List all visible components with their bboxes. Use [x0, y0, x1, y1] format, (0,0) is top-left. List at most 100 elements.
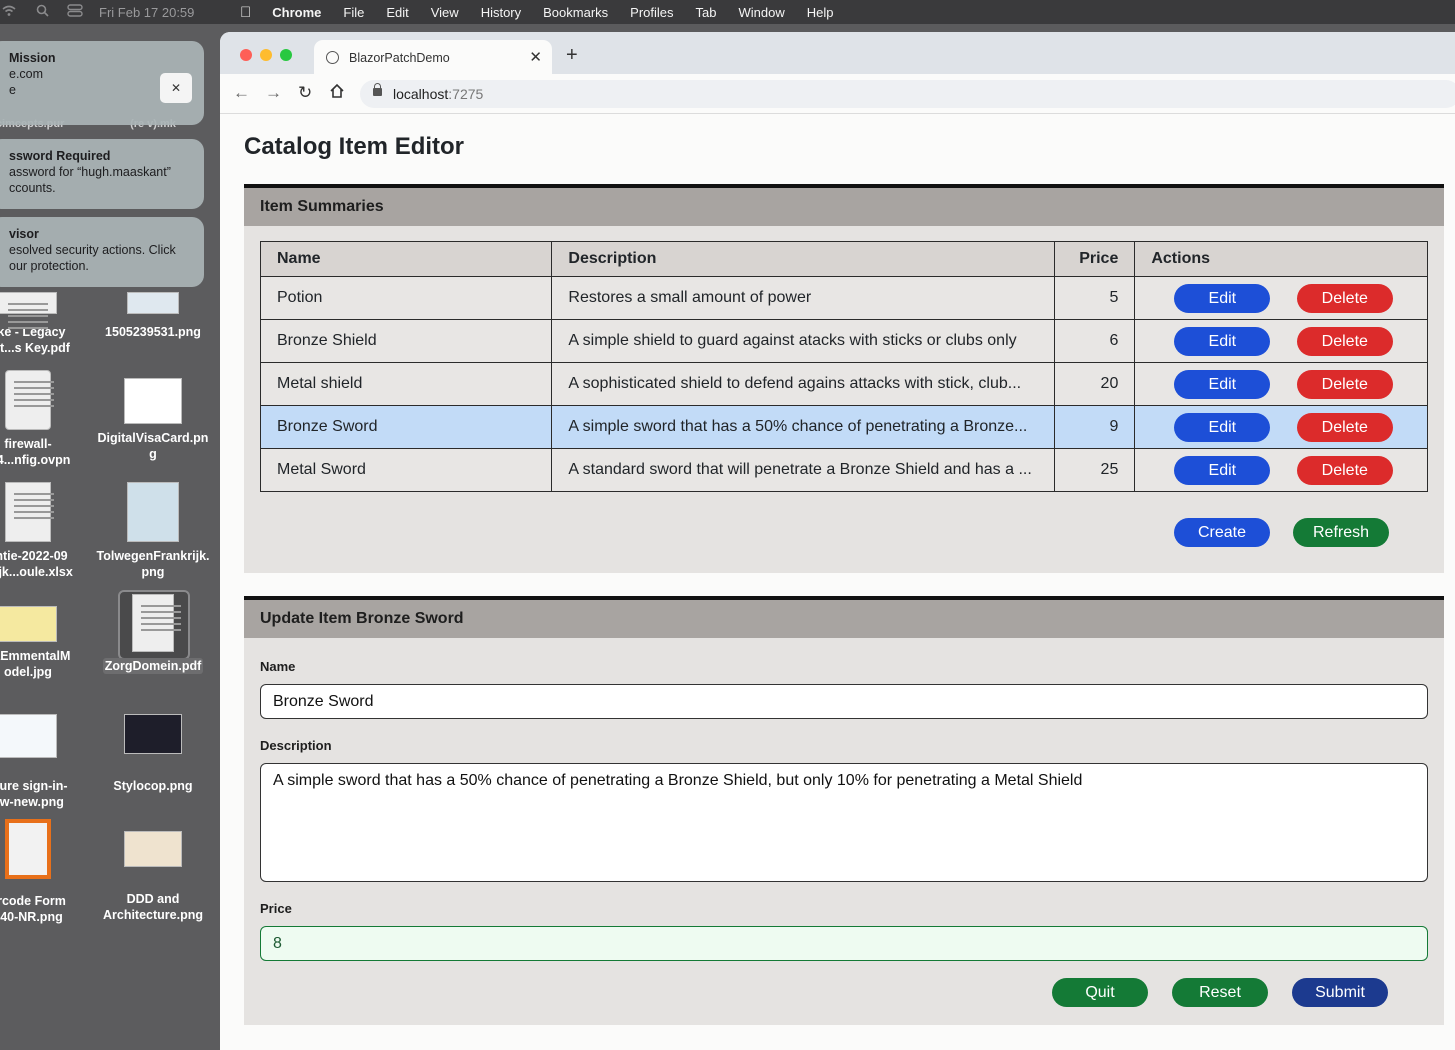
edit-button[interactable]: Edit	[1174, 412, 1271, 442]
table-row[interactable]: Bronze Shield A simple shield to guard a…	[259, 319, 1428, 363]
macos-menubar: Fri Feb 17 20:59  Chrome File Edit View…	[0, 0, 1455, 24]
notification-title: visor	[9, 227, 39, 241]
edit-button[interactable]: Edit	[1174, 455, 1271, 485]
page-content: Catalog Item Editor Item Summaries Name …	[220, 115, 1455, 1050]
menubar-clock[interactable]: Fri Feb 17 20:59	[99, 5, 194, 20]
notification-title: Mission	[9, 51, 56, 65]
notification-mission[interactable]: Mission e.com e ✕	[0, 41, 204, 125]
menu-help[interactable]: Help	[796, 5, 845, 20]
column-header-actions: Actions	[1134, 241, 1428, 277]
desktop-file[interactable]: 1505239531.png	[95, 292, 211, 340]
delete-button[interactable]: Delete	[1296, 369, 1393, 399]
menu-profiles[interactable]: Profiles	[619, 5, 684, 20]
menu-bookmarks[interactable]: Bookmarks	[532, 5, 619, 20]
back-arrow-icon[interactable]: ←	[233, 83, 250, 103]
notification-title: ssword Required	[9, 149, 111, 163]
table-row[interactable]: Metal shield A sophisticated shield to d…	[259, 362, 1428, 406]
desktop-file[interactable]: arcode Form 040-NR.png	[0, 819, 86, 925]
minimize-window-button[interactable]	[260, 49, 272, 61]
notification-line: ccounts.	[9, 181, 56, 195]
menu-history[interactable]: History	[470, 5, 532, 20]
url-port: :7275	[448, 86, 484, 102]
notification-password-required[interactable]: ssword Required assword for “hugh.maaska…	[0, 139, 204, 209]
control-center-icon[interactable]	[67, 4, 83, 20]
delete-button[interactable]: Delete	[1296, 283, 1393, 313]
lock-icon[interactable]	[373, 83, 382, 96]
table-row[interactable]: Metal Sword A standard sword that will p…	[259, 448, 1428, 492]
wifi-icon[interactable]	[2, 5, 16, 20]
menu-view[interactable]: View	[420, 5, 470, 20]
price-field-label: Price	[260, 901, 292, 916]
table-header-row: Name Description Price Actions	[259, 241, 1428, 277]
cell-description: Restores a small amount of power	[551, 276, 1056, 320]
column-header-price: Price	[1054, 241, 1136, 277]
delete-button[interactable]: Delete	[1296, 455, 1393, 485]
pdf-file-icon	[132, 594, 181, 652]
desktop-file[interactable]: DDD and Architecture.png	[95, 819, 211, 923]
edit-button[interactable]: Edit	[1174, 369, 1271, 399]
tab-bar: BlazorPatchDemo ✕ +	[220, 32, 1455, 74]
desktop-file[interactable]: cture sign-in- ow-new.png	[0, 714, 86, 810]
new-tab-plus-icon[interactable]: +	[566, 44, 578, 67]
menu-file[interactable]: File	[332, 5, 375, 20]
cell-actions: Edit Delete	[1134, 405, 1428, 449]
create-button[interactable]: Create	[1174, 518, 1270, 547]
globe-icon	[326, 51, 339, 64]
file-label: TolwegenFrankrijk. png	[96, 549, 210, 579]
menu-tab[interactable]: Tab	[685, 5, 728, 20]
menu-app-chrome[interactable]: Chrome	[261, 5, 332, 20]
tab-title: BlazorPatchDemo	[349, 51, 450, 65]
cell-description: A sophisticated shield to defend agains …	[551, 362, 1056, 406]
update-item-heading: Update Item Bronze Sword	[244, 600, 1444, 638]
cell-name: Potion	[259, 276, 553, 320]
desktop-file-selected[interactable]: ZorgDomein.pdf	[95, 594, 211, 674]
apple-logo-icon[interactable]: 	[240, 4, 261, 21]
close-window-button[interactable]	[240, 49, 252, 61]
table-row[interactable]: Potion Restores a small amount of power …	[259, 276, 1428, 320]
submit-button[interactable]: Submit	[1292, 978, 1388, 1007]
desktop-file[interactable]: TolwegenFrankrijk. png	[95, 482, 211, 580]
forward-arrow-icon[interactable]: →	[265, 83, 282, 103]
cell-price: 20	[1054, 362, 1136, 406]
image-file-icon	[124, 714, 182, 754]
description-textarea[interactable]: A simple sword that has a 50% chance of …	[260, 763, 1428, 882]
desktop-file[interactable]: Stylocop.png	[95, 714, 211, 794]
notification-close-button[interactable]: ✕	[160, 73, 192, 103]
file-label: naEmmentalM odel.jpg	[0, 649, 71, 679]
desktop-file[interactable]: ake - Legacy act...s Key.pdf	[0, 292, 86, 356]
image-file-icon	[127, 292, 179, 314]
cell-actions: Edit Delete	[1134, 319, 1428, 363]
pdf-file-icon	[0, 292, 57, 314]
price-input[interactable]: 8	[260, 926, 1428, 961]
reload-icon[interactable]: ↻	[298, 83, 312, 103]
delete-button[interactable]: Delete	[1296, 412, 1393, 442]
home-icon[interactable]	[329, 83, 345, 104]
cell-description: A simple sword that has a 50% chance of …	[551, 405, 1056, 449]
address-bar[interactable]: localhost:7275	[360, 80, 1455, 108]
name-input[interactable]: Bronze Sword	[260, 684, 1428, 719]
desktop-file[interactable]: naEmmentalM odel.jpg	[0, 594, 86, 680]
notification-advisor[interactable]: visor esolved security actions. Click ou…	[0, 217, 204, 287]
refresh-button[interactable]: Refresh	[1293, 518, 1389, 547]
spotlight-search-icon[interactable]	[36, 4, 49, 20]
desktop-file[interactable]: antie-2022-09 krijk...oule.xlsx	[0, 482, 86, 580]
file-label: cture sign-in- ow-new.png	[0, 779, 68, 809]
tab-blazorpatchdemo[interactable]: BlazorPatchDemo ✕	[314, 40, 552, 74]
edit-button[interactable]: Edit	[1174, 326, 1271, 356]
image-file-icon	[124, 831, 182, 867]
desktop-file[interactable]: firewall- 4-4...nfig.ovpn	[0, 370, 86, 468]
cell-description: A standard sword that will penetrate a B…	[551, 448, 1056, 492]
reset-button[interactable]: Reset	[1172, 978, 1268, 1007]
desktop-file[interactable]: DigitalVisaCard.pn g	[95, 370, 211, 462]
table-row-selected[interactable]: Bronze Sword A simple sword that has a 5…	[259, 405, 1428, 449]
menu-edit[interactable]: Edit	[375, 5, 419, 20]
cell-price: 9	[1054, 405, 1136, 449]
close-tab-icon[interactable]: ✕	[529, 48, 542, 66]
cell-actions: Edit Delete	[1134, 362, 1428, 406]
edit-button[interactable]: Edit	[1174, 283, 1271, 313]
quit-button[interactable]: Quit	[1052, 978, 1148, 1007]
menu-window[interactable]: Window	[728, 5, 796, 20]
notification-line: our protection.	[9, 259, 89, 273]
delete-button[interactable]: Delete	[1296, 326, 1393, 356]
zoom-window-button[interactable]	[280, 49, 292, 61]
